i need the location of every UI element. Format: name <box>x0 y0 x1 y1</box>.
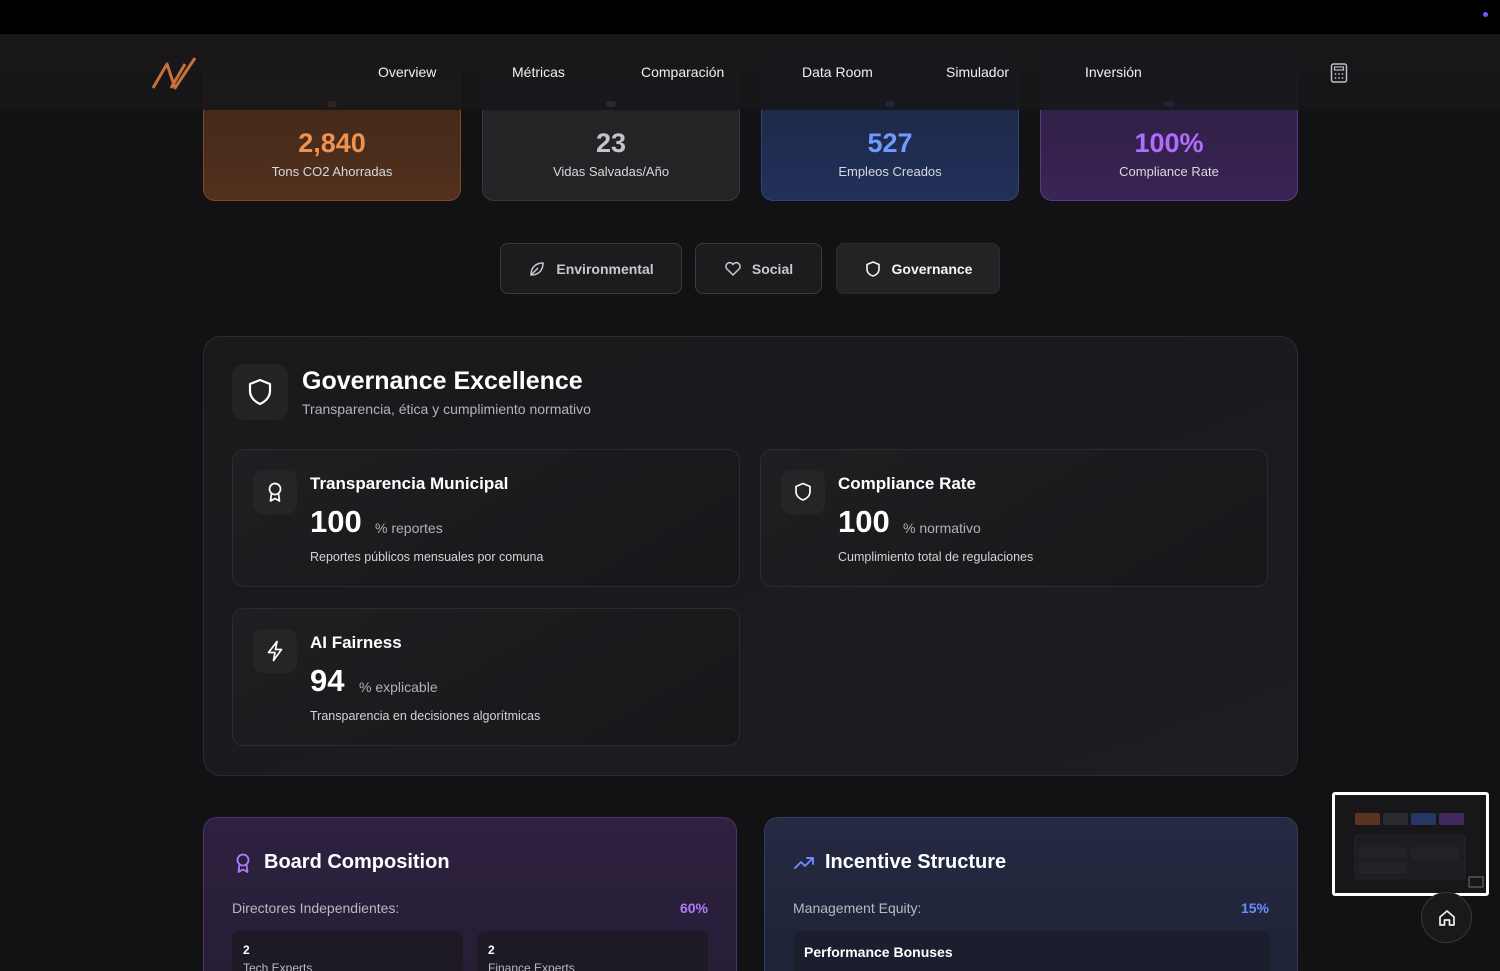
card-title: Board Composition <box>264 851 450 873</box>
status-dot <box>1483 12 1488 17</box>
stat-label: Compliance Rate <box>1119 164 1219 179</box>
metric-description: Cumplimiento total de regulaciones <box>838 550 1034 564</box>
stat-label: Tons CO2 Ahorradas <box>271 164 393 179</box>
leaf-icon <box>530 261 545 276</box>
performance-bonuses-box: Performance Bonuses <box>793 931 1271 971</box>
board-box-tech: 2 Tech Experts <box>232 931 463 971</box>
tab-environmental[interactable]: Environmental <box>500 243 682 294</box>
panel-shield-badge <box>232 364 288 420</box>
nav-data-room[interactable]: Data Room <box>802 64 873 80</box>
metric-icon-box <box>253 470 297 514</box>
metric-value: 100 <box>310 504 362 539</box>
shield-icon <box>248 378 272 406</box>
shield-icon <box>865 260 880 277</box>
nav-simulador[interactable]: Simulador <box>946 64 1009 80</box>
stat-value: 2,840 <box>298 128 366 158</box>
board-composition-card: Board Composition Directores Independien… <box>203 817 737 971</box>
metric-unit: % reportes <box>375 520 443 536</box>
minimap-preview <box>1335 795 1486 893</box>
stat-label: Empleos Creados <box>838 164 942 179</box>
stat-label: Vidas Salvadas/Año <box>552 164 670 179</box>
tab-label: Environmental <box>556 260 654 277</box>
board-box-finance: 2 Finance Experts <box>477 931 708 971</box>
box-number: 2 <box>243 943 250 957</box>
metric-card-transparencia: Transparencia Municipal 100 % reportes R… <box>232 449 740 587</box>
box-number: 2 <box>488 943 495 957</box>
top-navigation: Overview Métricas Comparación Data Room … <box>0 34 1500 110</box>
card-title: Incentive Structure <box>825 851 1007 873</box>
metric-description: Reportes públicos mensuales por comuna <box>310 550 544 564</box>
box-label: Finance Experts <box>488 961 575 971</box>
page-minimap[interactable] <box>1332 792 1489 896</box>
logo-icon[interactable] <box>151 56 197 90</box>
directors-percent: 60% <box>679 900 708 916</box>
trending-up-icon <box>794 857 814 869</box>
tab-label: Governance <box>891 260 973 277</box>
metric-description: Transparencia en decisiones algorítmicas <box>310 709 541 723</box>
stat-value: 527 <box>867 128 913 158</box>
metric-value: 94 <box>310 663 345 698</box>
nav-inversion[interactable]: Inversión <box>1085 64 1142 80</box>
shield-icon <box>795 482 811 501</box>
metric-card-compliance: Compliance Rate 100 % normativo Cumplimi… <box>760 449 1268 587</box>
tab-social[interactable]: Social <box>695 243 822 294</box>
nav-comparacion[interactable]: Comparación <box>641 64 724 80</box>
metric-title: Compliance Rate <box>838 474 976 493</box>
incentive-structure-card: Incentive Structure Management Equity: 1… <box>764 817 1298 971</box>
directors-label: Directores Independientes: <box>232 900 400 916</box>
panel-subtitle: Transparencia, ética y cumplimiento norm… <box>302 401 591 417</box>
stat-value: 100% <box>1134 128 1204 158</box>
metric-value: 100 <box>838 504 890 539</box>
metric-title: AI Fairness <box>310 633 402 652</box>
tab-label: Social <box>751 260 794 277</box>
box-title: Performance Bonuses <box>804 944 953 960</box>
nav-overview[interactable]: Overview <box>378 64 436 80</box>
equity-label: Management Equity: <box>793 900 922 916</box>
stat-value: 23 <box>595 128 627 158</box>
bolt-icon <box>267 640 283 662</box>
equity-percent: 15% <box>1240 900 1269 916</box>
system-top-bar <box>0 0 1500 34</box>
award-icon <box>236 853 250 873</box>
metric-title: Transparencia Municipal <box>310 474 509 493</box>
metric-unit: % explicable <box>359 679 438 695</box>
panel-title: Governance Excellence <box>302 367 583 395</box>
home-button[interactable] <box>1421 892 1472 943</box>
metric-card-ai-fairness: AI Fairness 94 % explicable Transparenci… <box>232 608 740 746</box>
metric-icon-box <box>781 470 825 514</box>
tab-governance[interactable]: Governance <box>836 243 1000 294</box>
nav-metricas[interactable]: Métricas <box>512 64 565 80</box>
box-label: Tech Experts <box>243 961 313 971</box>
home-icon <box>1438 909 1455 926</box>
heart-icon <box>725 261 741 276</box>
calculator-icon[interactable] <box>1330 63 1348 83</box>
metric-unit: % normativo <box>903 520 981 536</box>
metric-icon-box <box>253 629 297 673</box>
award-icon <box>268 482 282 502</box>
